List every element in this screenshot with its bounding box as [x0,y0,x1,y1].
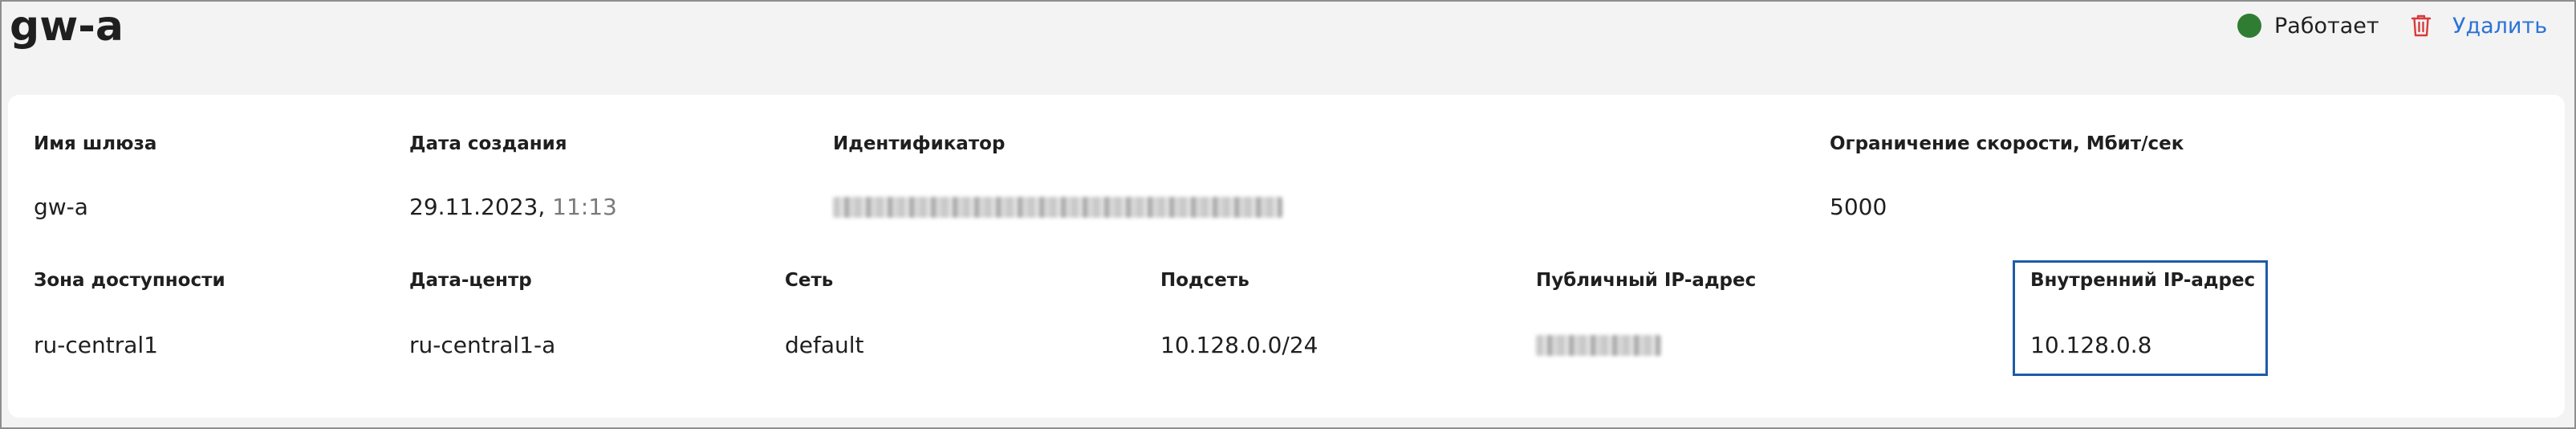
subnet-label: Подсеть [1160,270,1249,291]
speed-limit-label: Ограничение скорости, Мбит/сек [1830,133,2184,154]
gateway-name-value: gw-a [34,194,88,220]
gateway-name-label: Имя шлюза [34,133,157,154]
status-dot-icon [2237,14,2261,38]
internal-ip-highlight [2013,260,2268,376]
delete-button[interactable]: Удалить [2411,10,2547,42]
subnet-value: 10.128.0.0/24 [1160,332,1318,358]
availability-zone-value: ru-central1 [34,332,158,358]
public-ip-label: Публичный IP-адрес [1536,270,1757,291]
created-date-label: Дата создания [409,133,567,154]
identifier-label: Идентификатор [833,133,1006,154]
datacenter-value: ru-central1-a [409,332,556,358]
status-label: Работает [2274,13,2379,39]
trash-icon [2411,14,2432,38]
created-time: 11:13 [552,194,617,220]
created-date: 29.11.2023, [409,194,546,220]
public-ip-redacted [1536,335,1661,356]
status-indicator: Работает [2237,11,2379,40]
public-ip-value [1536,334,1661,363]
speed-limit-value: 5000 [1830,194,1887,220]
identifier-value [833,196,1282,225]
page-title: gw-a [10,2,124,51]
datacenter-label: Дата-центр [409,270,532,291]
delete-label: Удалить [2452,13,2548,39]
network-label: Сеть [785,270,834,291]
availability-zone-label: Зона доступности [34,270,226,291]
identifier-redacted [833,197,1282,218]
created-date-value: 29.11.2023, 11:13 [409,193,617,222]
network-value: default [785,332,864,358]
